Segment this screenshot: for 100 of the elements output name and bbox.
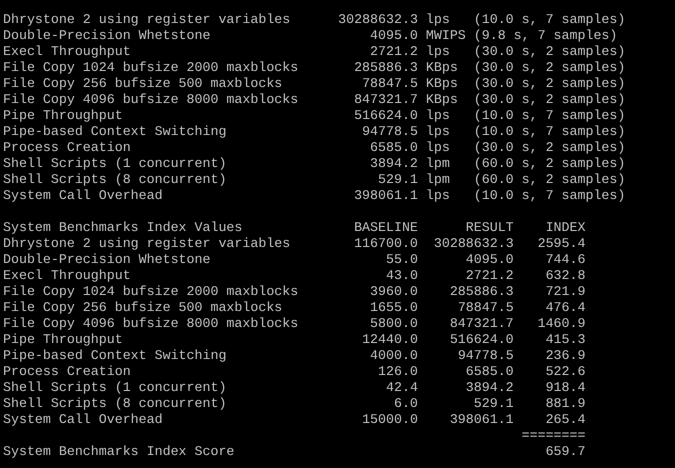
timing-detail: (10.0 s, 7 samples) bbox=[474, 124, 626, 140]
result-value: 30288632.3 bbox=[338, 12, 418, 28]
baseline-value: 42.4 bbox=[386, 380, 418, 396]
test-name: Process Creation bbox=[3, 364, 131, 380]
timing-detail: (60.0 s, 2 samples) bbox=[474, 172, 626, 188]
baseline-value: 116700.0 bbox=[354, 236, 418, 252]
result-value: 285886.3 bbox=[354, 60, 418, 76]
test-name: Shell Scripts (1 concurrent) bbox=[3, 380, 226, 396]
baseline-value: 1655.0 bbox=[370, 300, 418, 316]
unit-label: lps bbox=[426, 108, 450, 124]
result-value: 3894.2 bbox=[370, 156, 418, 172]
test-name: File Copy 256 bufsize 500 maxblocks bbox=[3, 300, 282, 316]
test-name: Pipe-based Context Switching bbox=[3, 348, 226, 364]
unit-label: MWIPS bbox=[426, 28, 466, 44]
result-value: 2721.2 bbox=[370, 44, 418, 60]
test-name: Process Creation bbox=[3, 140, 131, 156]
result-value: 94778.5 bbox=[362, 124, 418, 140]
result-value: 78847.5 bbox=[362, 76, 418, 92]
column-header: INDEX bbox=[546, 220, 586, 236]
unit-label: KBps bbox=[426, 60, 458, 76]
index-value: 2595.4 bbox=[538, 236, 586, 252]
index-value: 522.6 bbox=[546, 364, 586, 380]
baseline-value: 43.0 bbox=[386, 268, 418, 284]
test-name: Double-Precision Whetstone bbox=[3, 252, 210, 268]
baseline-value: 126.0 bbox=[378, 364, 418, 380]
unit-label: lpm bbox=[426, 156, 450, 172]
baseline-value: 5800.0 bbox=[370, 316, 418, 332]
baseline-value: 12440.0 bbox=[362, 332, 418, 348]
test-name: File Copy 1024 bufsize 2000 maxblocks bbox=[3, 284, 298, 300]
timing-detail: (30.0 s, 2 samples) bbox=[474, 140, 626, 156]
result-value: 6585.0 bbox=[370, 140, 418, 156]
baseline-value: 55.0 bbox=[386, 252, 418, 268]
test-name: System Call Overhead bbox=[3, 188, 163, 204]
index-value: 918.4 bbox=[546, 380, 586, 396]
result-value: 847321.7 bbox=[450, 316, 514, 332]
result-value: 4095.0 bbox=[370, 28, 418, 44]
unit-label: lps bbox=[426, 140, 450, 156]
result-value: 516624.0 bbox=[450, 332, 514, 348]
result-value: 847321.7 bbox=[354, 92, 418, 108]
test-name: Dhrystone 2 using register variables bbox=[3, 236, 290, 252]
test-name: Execl Throughput bbox=[3, 268, 131, 284]
index-value: 415.3 bbox=[546, 332, 586, 348]
timing-detail: (10.0 s, 7 samples) bbox=[474, 188, 626, 204]
index-value: 1460.9 bbox=[538, 316, 586, 332]
result-value: 285886.3 bbox=[450, 284, 514, 300]
result-value: 6585.0 bbox=[466, 364, 514, 380]
index-value: 744.6 bbox=[546, 252, 586, 268]
unit-label: KBps bbox=[426, 76, 458, 92]
index-value: 265.4 bbox=[546, 412, 586, 428]
result-value: 529.1 bbox=[378, 172, 418, 188]
test-name: Pipe Throughput bbox=[3, 108, 123, 124]
timing-detail: (30.0 s, 2 samples) bbox=[474, 60, 626, 76]
test-name: File Copy 1024 bufsize 2000 maxblocks bbox=[3, 60, 298, 76]
baseline-value: 3960.0 bbox=[370, 284, 418, 300]
test-name: Shell Scripts (8 concurrent) bbox=[3, 172, 226, 188]
unit-label: lps bbox=[426, 44, 450, 60]
unit-label: KBps bbox=[426, 92, 458, 108]
test-name: File Copy 256 bufsize 500 maxblocks bbox=[3, 76, 282, 92]
result-value: 3894.2 bbox=[466, 380, 514, 396]
table-title: System Benchmarks Index Values bbox=[3, 220, 242, 236]
timing-detail: (30.0 s, 2 samples) bbox=[474, 92, 626, 108]
test-name: Pipe Throughput bbox=[3, 332, 123, 348]
test-name: Dhrystone 2 using register variables bbox=[3, 12, 290, 28]
timing-detail: (30.0 s, 2 samples) bbox=[474, 76, 626, 92]
test-name: File Copy 4096 bufsize 8000 maxblocks bbox=[3, 92, 298, 108]
test-name: Pipe-based Context Switching bbox=[3, 124, 226, 140]
index-value: 476.4 bbox=[546, 300, 586, 316]
timing-detail: (9.8 s, 7 samples) bbox=[474, 28, 618, 44]
index-value: 721.9 bbox=[546, 284, 586, 300]
unit-label: lps bbox=[426, 12, 450, 28]
unit-label: lpm bbox=[426, 172, 450, 188]
result-value: 398061.1 bbox=[450, 412, 514, 428]
test-name: Execl Throughput bbox=[3, 44, 131, 60]
timing-detail: (60.0 s, 2 samples) bbox=[474, 156, 626, 172]
unit-label: lps bbox=[426, 188, 450, 204]
result-value: 30288632.3 bbox=[434, 236, 514, 252]
index-value: 236.9 bbox=[546, 348, 586, 364]
separator-line: ======== bbox=[522, 428, 586, 444]
column-header: RESULT bbox=[466, 220, 514, 236]
test-name: Shell Scripts (8 concurrent) bbox=[3, 396, 226, 412]
index-value: 632.8 bbox=[546, 268, 586, 284]
result-value: 2721.2 bbox=[466, 268, 514, 284]
result-value: 398061.1 bbox=[354, 188, 418, 204]
column-header: BASELINE bbox=[354, 220, 418, 236]
test-name: Double-Precision Whetstone bbox=[3, 28, 210, 44]
timing-detail: (10.0 s, 7 samples) bbox=[474, 108, 626, 124]
baseline-value: 15000.0 bbox=[362, 412, 418, 428]
test-name: System Call Overhead bbox=[3, 412, 163, 428]
result-value: 516624.0 bbox=[354, 108, 418, 124]
unit-label: lps bbox=[426, 124, 450, 140]
test-name: Shell Scripts (1 concurrent) bbox=[3, 156, 226, 172]
timing-detail: (30.0 s, 2 samples) bbox=[474, 44, 626, 60]
score-value: 659.7 bbox=[546, 444, 586, 460]
timing-detail: (10.0 s, 7 samples) bbox=[474, 12, 626, 28]
baseline-value: 4000.0 bbox=[370, 348, 418, 364]
result-value: 529.1 bbox=[474, 396, 514, 412]
test-name: File Copy 4096 bufsize 8000 maxblocks bbox=[3, 316, 298, 332]
result-value: 94778.5 bbox=[458, 348, 514, 364]
baseline-value: 6.0 bbox=[394, 396, 418, 412]
score-label: System Benchmarks Index Score bbox=[3, 444, 234, 460]
